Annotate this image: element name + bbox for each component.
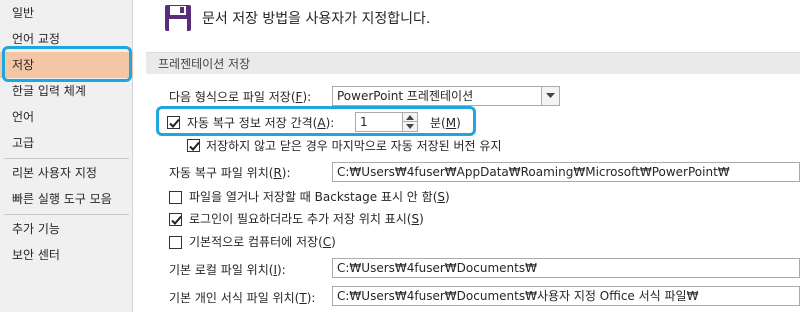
sidebar-item-label: 언어 bbox=[12, 110, 35, 124]
save-to-computer-checkbox[interactable] bbox=[169, 236, 182, 249]
backstage-checkbox[interactable] bbox=[169, 191, 182, 204]
default-template-location-input[interactable]: C:₩Users₩4fuser₩Documents₩사용자 지정 Office … bbox=[332, 286, 800, 306]
default-template-location-value: C:₩Users₩4fuser₩Documents₩사용자 지정 Office … bbox=[337, 289, 699, 303]
additional-locations-checkbox[interactable] bbox=[169, 213, 182, 226]
sidebar-item-label: 언어 교정 bbox=[12, 32, 60, 46]
page-description: 문서 저장 방법을 사용자가 지정합니다. bbox=[202, 11, 431, 27]
sidebar-item-customize-ribbon[interactable]: 리본 사용자 지정 bbox=[0, 160, 133, 186]
sidebar-item-label: 보안 센터 bbox=[12, 248, 60, 262]
default-template-location-label: 기본 개인 서식 파일 위치(T): bbox=[169, 291, 316, 305]
sidebar-divider bbox=[4, 158, 129, 159]
sidebar-item-language[interactable]: 언어 bbox=[0, 104, 133, 130]
default-local-location-value: C:₩Users₩4fuser₩Documents₩ bbox=[337, 261, 537, 275]
sidebar-item-general[interactable]: 일반 bbox=[0, 0, 133, 26]
checkmark-icon bbox=[189, 141, 200, 151]
sidebar-item-label: 일반 bbox=[12, 6, 35, 20]
keep-last-version-checkbox[interactable] bbox=[187, 139, 200, 152]
sidebar-item-label: 한글 입력 체계 bbox=[12, 84, 86, 98]
sidebar-item-trust-center[interactable]: 보안 센터 bbox=[0, 242, 133, 268]
backstage-label: 파일을 열거나 저장할 때 Backstage 표시 안 함(S) bbox=[189, 190, 450, 204]
floppy-disk-icon bbox=[164, 4, 192, 32]
keep-last-version-label: 저장하지 않고 닫은 경우 마지막으로 자동 저장된 버전 유지 bbox=[206, 139, 502, 153]
sidebar-item-label: 빠른 실행 도구 모음 bbox=[12, 192, 112, 206]
default-local-location-input[interactable]: C:₩Users₩4fuser₩Documents₩ bbox=[332, 258, 800, 278]
section-title: 프레젠테이션 저장 bbox=[146, 52, 800, 74]
save-format-value: PowerPoint 프레젠테이션 bbox=[337, 89, 474, 103]
sidebar-item-label: 고급 bbox=[12, 136, 35, 150]
sidebar-divider bbox=[4, 214, 129, 215]
sidebar-item-label: 추가 기능 bbox=[12, 222, 60, 236]
autorecover-location-value: C:₩Users₩4fuser₩AppData₩Roaming₩Microsof… bbox=[337, 165, 730, 179]
autorecover-location-input[interactable]: C:₩Users₩4fuser₩AppData₩Roaming₩Microsof… bbox=[332, 162, 800, 182]
sidebar-item-quick-access-toolbar[interactable]: 빠른 실행 도구 모음 bbox=[0, 186, 133, 212]
chevron-down-icon[interactable] bbox=[541, 87, 559, 105]
sidebar-item-advanced[interactable]: 고급 bbox=[0, 130, 133, 156]
save-format-dropdown[interactable]: PowerPoint 프레젠테이션 bbox=[332, 86, 560, 106]
autorecover-location-label: 자동 복구 파일 위치(R): bbox=[169, 166, 291, 180]
sidebar-item-label: 리본 사용자 지정 bbox=[12, 166, 97, 180]
sidebar-highlight-outline bbox=[2, 46, 132, 82]
save-to-computer-label: 기본적으로 컴퓨터에 저장(C) bbox=[189, 235, 336, 249]
checkmark-icon bbox=[171, 215, 182, 225]
save-format-label: 다음 형식으로 파일 저장(F): bbox=[169, 90, 312, 104]
autorecover-highlight-outline bbox=[156, 106, 476, 136]
sidebar-item-add-ins[interactable]: 추가 기능 bbox=[0, 216, 133, 242]
default-local-location-label: 기본 로컬 파일 위치(I): bbox=[169, 263, 286, 277]
additional-locations-label: 로그인이 필요하더라도 추가 저장 위치 표시(S) bbox=[189, 212, 424, 226]
